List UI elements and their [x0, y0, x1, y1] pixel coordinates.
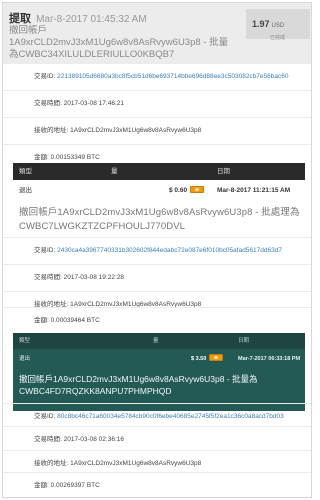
header-address: 撤回帳戶1A9xrCLD2mvJ3xM1Ug6w8v8AsRvyw6U3p8 -… — [9, 25, 229, 60]
amount-badge: 1.97 USD 已完成 — [246, 9, 310, 41]
batch-memo: 撤回帳戶1A9xrCLD2mvJ3xM1Ug6w8v8AsRvyw6U3p8 -… — [19, 374, 258, 396]
withdrawal-header: 提取 Mar-8-2017 01:45:32 AM 撤回帳戶1A9xrCLD2m… — [3, 3, 311, 63]
tx-time-value: 2017-03-08 19:22:28 — [63, 274, 124, 281]
col-type: 類型 — [19, 338, 31, 344]
tx-amount-label: 金額: — [34, 154, 49, 161]
row-type: 退出 — [19, 356, 31, 362]
tx-id-link[interactable]: 2430ca4a3967740331b302602f844edabc72e087… — [57, 247, 282, 254]
tx-amount-row: 金額: 0.00269397 BTC — [3, 472, 311, 497]
tx-id-link[interactable]: 80c8bc46c71a60034e5784cb90c0f6ebe40685e2… — [57, 413, 284, 420]
tx-time-row: 交易時間: 2017-03-08 17:46:21 — [3, 90, 311, 117]
tx-id-label: 交易ID: — [34, 247, 56, 254]
row-date: Mar-8-2017 11:21:15 AM — [217, 187, 291, 194]
tx-amount-label: 金額: — [34, 482, 49, 489]
tx-recv-row: 接收的地址: 1A9xrCLD2mvJ3xM1Ug6w8v8AsRvyw6U3p… — [3, 117, 311, 144]
tx-time-label: 交易時間: — [34, 436, 62, 443]
table-header: 類型 量 日期 — [13, 163, 305, 180]
tx-recv-value: 1A9xrCLD2mvJ3xM1Ug6w8v8AsRvyw6U3p8 — [70, 127, 202, 134]
coin-icon — [190, 185, 205, 193]
tx-id-link[interactable]: 221389105d6680a3bc8f5cb51d6be693714bbe69… — [57, 73, 288, 80]
tx-time-value: 2017-03-08 17:46:21 — [63, 100, 124, 107]
table-header: 類型 量 日期 — [13, 333, 305, 349]
tx-time-label: 交易時間: — [34, 100, 62, 107]
col-date: 日期 — [238, 338, 250, 344]
col-amount: 量 — [111, 168, 118, 175]
tx-time-row: 交易時間: 2017-03-08 19:22:28 — [3, 264, 311, 291]
tx-amount-value: 0.00153349 BTC — [50, 154, 100, 161]
tx-recv-label: 接收的地址: — [34, 460, 69, 467]
tx-time-row: 交易時間: 2017-03-08 02:36:16 — [3, 426, 311, 453]
col-type: 類型 — [19, 168, 32, 175]
header-date: Mar-8-2017 01:45:32 AM — [36, 14, 147, 25]
batch-memo: 撤回帳戶1A9xrCLD2mvJ3xM1Ug6w8v8AsRvyw6U3p8 -… — [19, 207, 300, 232]
table-row[interactable]: 退出 $ 0.60 Mar-8-2017 11:21:15 AM — [13, 180, 305, 202]
tx-amount-row: 金額: 0.00039464 BTC — [3, 307, 311, 334]
tx-time-label: 交易時間: — [34, 274, 62, 281]
withdrawal-title: 提取 Mar-8-2017 01:45:32 AM — [9, 10, 147, 26]
highlighted-transaction: 類型 量 日期 退出 $ 3.50 Mar-7-2017 06:33:18 PM… — [13, 333, 305, 411]
amount-unit: USD — [271, 23, 285, 29]
tx-amount-value: 0.00039464 BTC — [50, 317, 100, 324]
col-date: 日期 — [217, 168, 230, 175]
tx-id-row: 交易ID: 2430ca4a3967740331b302602f844edabc… — [3, 237, 311, 264]
header-title: 提取 — [9, 13, 31, 25]
tx-amount-value: 0.00269397 BTC — [50, 482, 100, 489]
row-amount-cell: $ 0.60 — [169, 180, 205, 202]
row-amount: $ 0.60 — [169, 187, 188, 194]
status-label: 已完成 — [270, 35, 286, 41]
col-amount: 量 — [153, 338, 159, 344]
tx-recv-label: 接收的地址: — [34, 127, 69, 134]
transaction-history-panel: 提取 Mar-8-2017 01:45:32 AM 撤回帳戶1A9xrCLD2m… — [2, 2, 312, 498]
row-date: Mar-7-2017 06:33:18 PM — [238, 356, 301, 362]
amount-value: 1.97 — [252, 19, 270, 29]
tx-id-label: 交易ID: — [34, 413, 56, 420]
tx-amount-label: 金額: — [34, 317, 49, 324]
tx-recv-value: 1A9xrCLD2mvJ3xM1Ug6w8v8AsRvyw6U3p8 — [70, 460, 202, 467]
tx-id-row: 交易ID: 221389105d6680a3bc8f5cb51d6be69371… — [3, 63, 311, 90]
table-row[interactable]: 退出 $ 3.50 Mar-7-2017 06:33:18 PM — [13, 349, 305, 369]
row-amount: $ 3.50 — [191, 356, 207, 362]
row-type: 退出 — [19, 187, 32, 194]
tx-time-value: 2017-03-08 02:36:16 — [63, 436, 124, 443]
row-amount-cell: $ 3.50 — [191, 349, 224, 369]
coin-icon — [209, 354, 224, 362]
tx-id-label: 交易ID: — [34, 73, 56, 80]
